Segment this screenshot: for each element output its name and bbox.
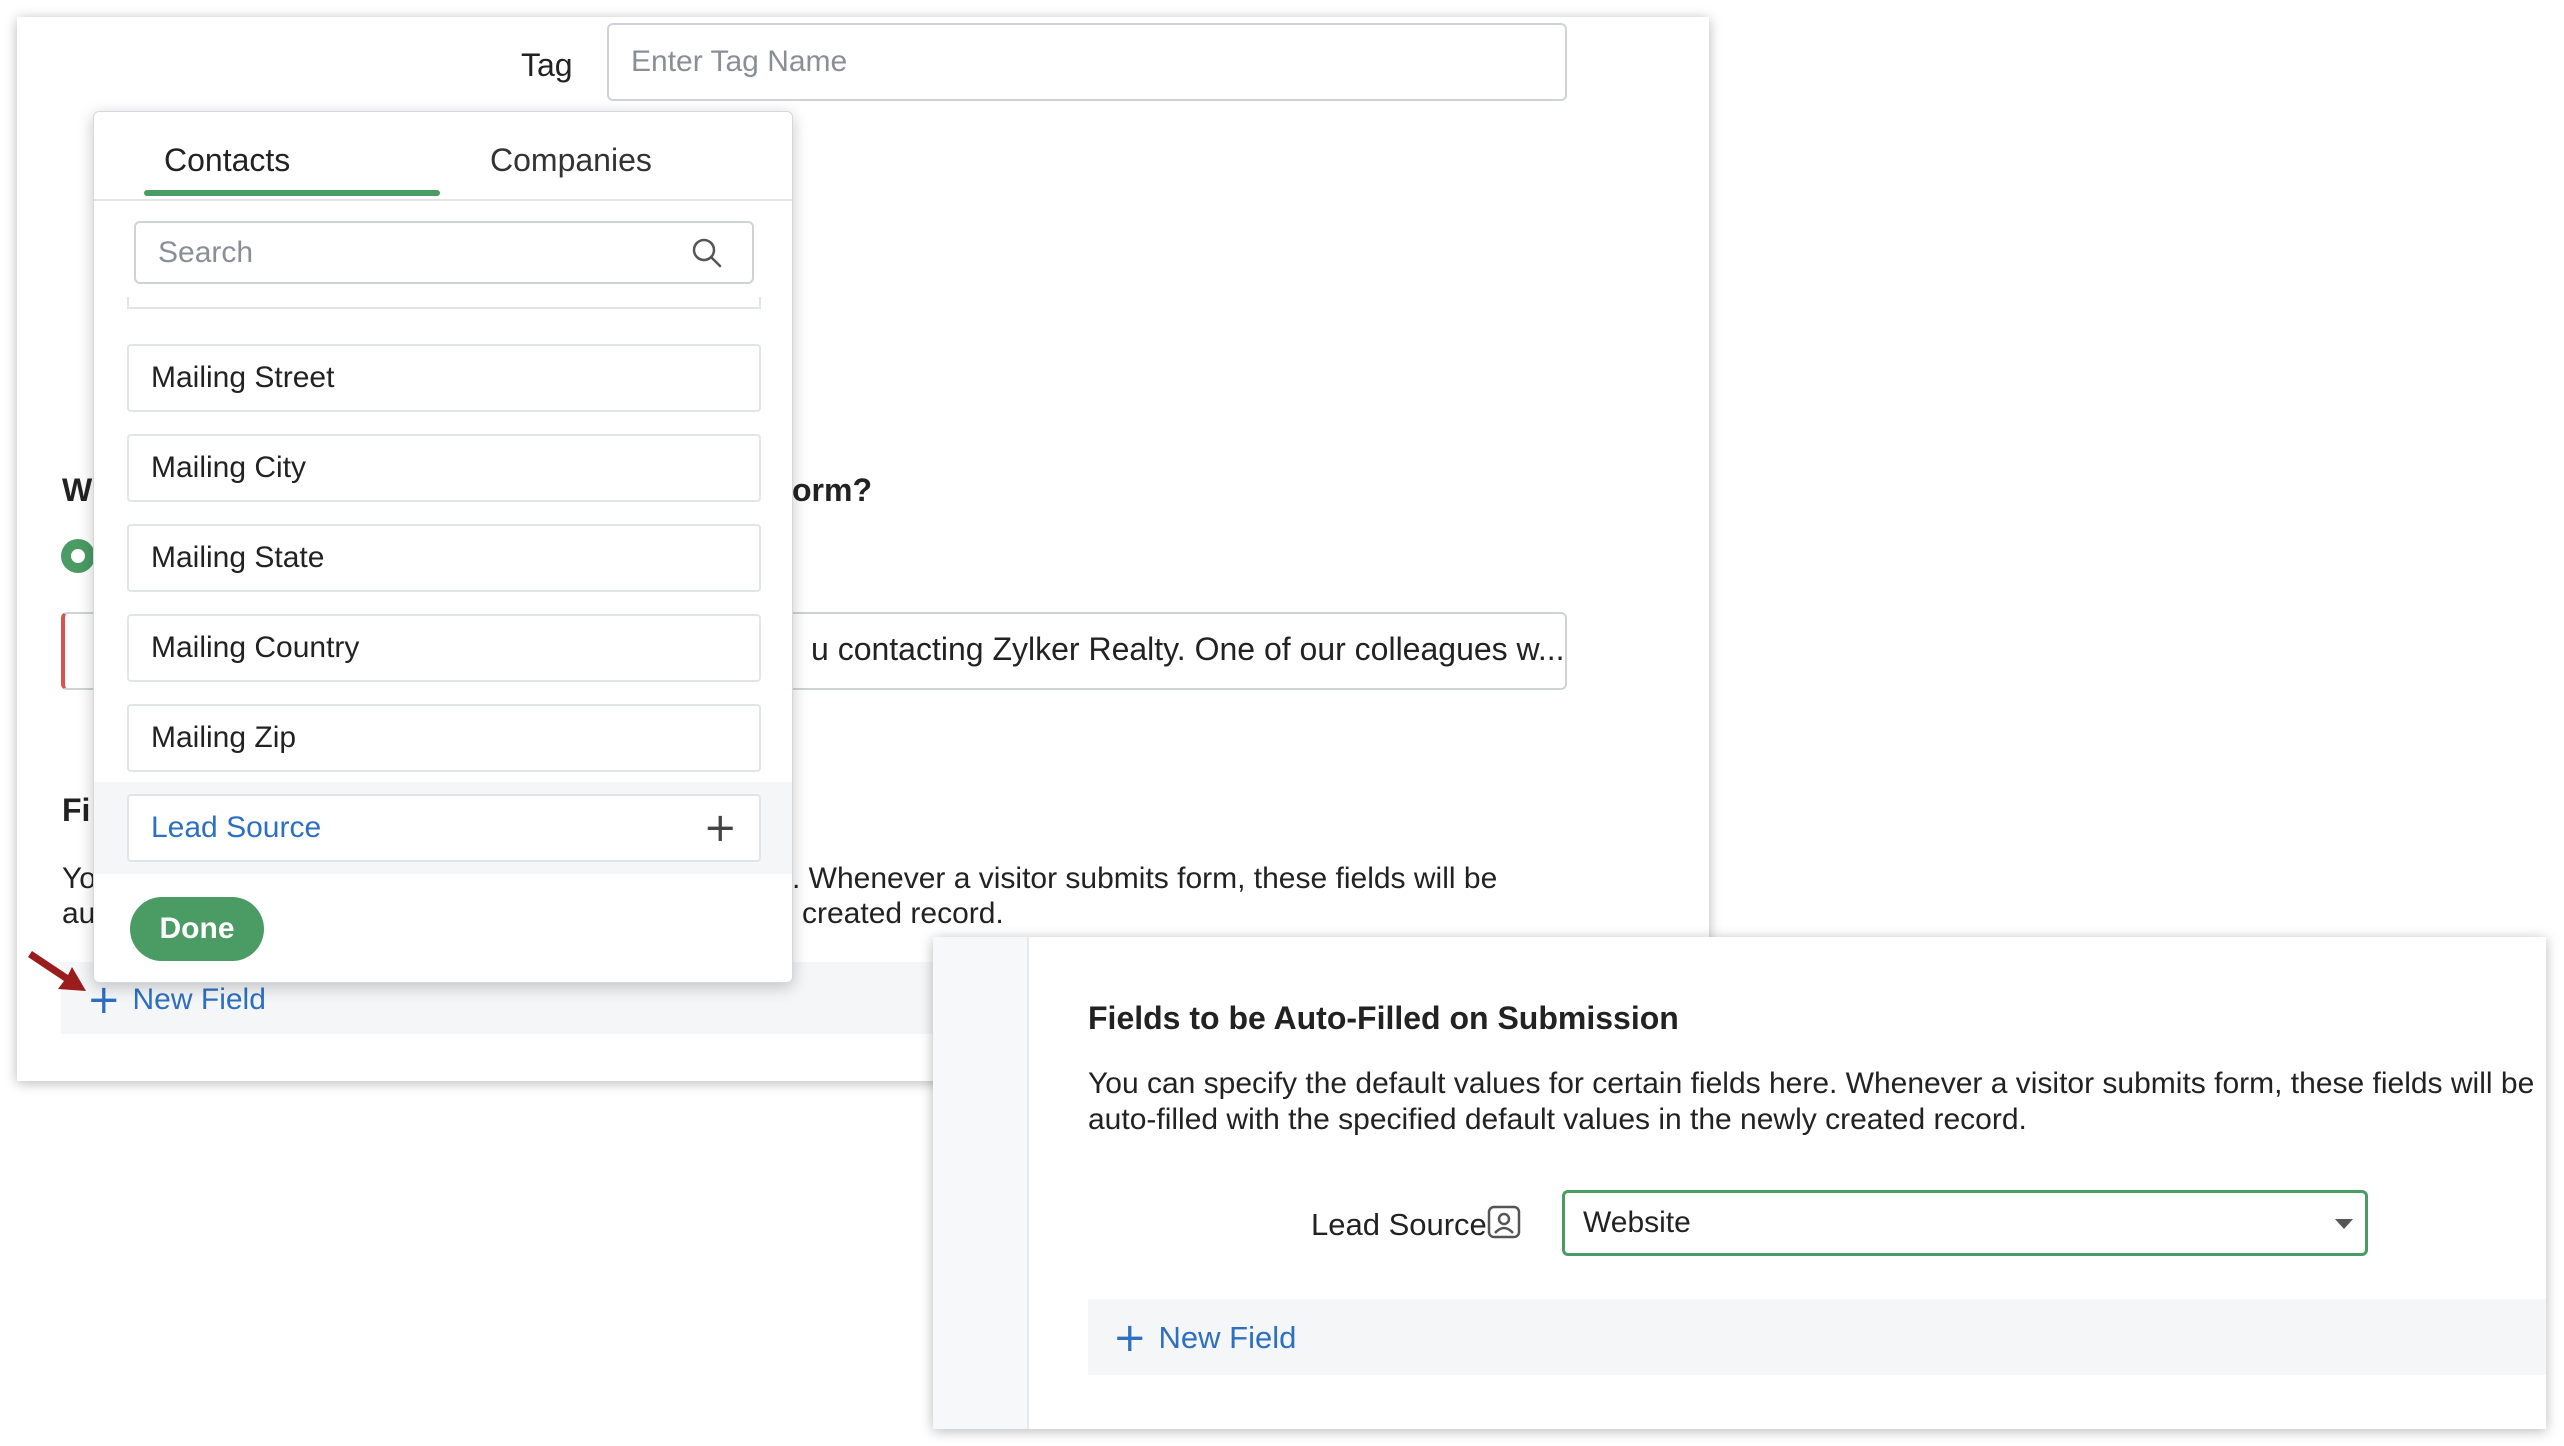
lead-source-label: Lead Source (1311, 1207, 1487, 1242)
tab-divider (94, 199, 792, 201)
done-button-label: Done (159, 912, 235, 945)
description-fragment-line1: Yo (62, 862, 96, 895)
tag-input-placeholder: Enter Tag Name (631, 45, 848, 78)
search-icon (692, 238, 722, 268)
lead-source-select[interactable]: Website (1562, 1190, 2368, 1256)
new-field-label: New Field (132, 983, 266, 1016)
search-placeholder: Search (158, 235, 254, 269)
description-line2: created record. (802, 897, 1004, 930)
add-icon[interactable]: + (703, 808, 737, 848)
section-description-line1: You can specify the default values for c… (1088, 1067, 2535, 1100)
list-item-clipped (127, 297, 761, 309)
new-field-link[interactable]: + New Field (87, 980, 266, 1020)
list-item-label: Mailing Zip (151, 721, 297, 754)
list-item-label: Lead Source (151, 811, 322, 844)
new-field-label: New Field (1158, 1320, 1297, 1355)
list-item-label: Mailing Country (151, 631, 360, 664)
section-heading: Fields to be Auto-Filled on Submission (1088, 1000, 1679, 1036)
new-field-link[interactable]: + New Field (1113, 1318, 1296, 1358)
new-field-bar (1088, 1299, 2546, 1375)
field-picker-popup: Contacts Companies Search Mailing Street… (93, 111, 793, 983)
list-item-label: Mailing Street (151, 361, 335, 394)
list-item-mailing-country[interactable]: Mailing Country (127, 614, 761, 682)
pointer-arrow-icon (28, 951, 86, 991)
description-line1: . Whenever a visitor submits form, these… (792, 862, 1498, 895)
tab-companies[interactable]: Companies (490, 142, 652, 179)
question-heading-fragment: W (62, 472, 93, 508)
list-item-label: Mailing State (151, 541, 325, 574)
fields-heading-fragment: Fi (62, 792, 91, 828)
tag-input[interactable]: Enter Tag Name (607, 23, 1567, 101)
left-gutter (933, 937, 1029, 1429)
tab-contacts[interactable]: Contacts (164, 142, 290, 179)
list-item-lead-source[interactable]: Lead Source + (127, 794, 761, 862)
plus-icon: + (1113, 1315, 1147, 1361)
list-item-mailing-city[interactable]: Mailing City (127, 434, 761, 502)
list-item-mailing-state[interactable]: Mailing State (127, 524, 761, 592)
question-heading-end: orm? (792, 472, 872, 508)
chevron-down-icon (2335, 1219, 2353, 1229)
tab-contacts-indicator (144, 190, 440, 196)
lead-source-selected-value: Website (1583, 1206, 1691, 1239)
plus-icon: + (87, 977, 121, 1023)
list-item-mailing-street[interactable]: Mailing Street (127, 344, 761, 412)
contact-card-icon (1487, 1205, 1521, 1239)
description-fragment-line2: au (62, 897, 96, 930)
auto-fill-fields-panel: Fields to be Auto-Filled on Submission Y… (933, 937, 2546, 1429)
radio-dot (71, 549, 85, 563)
section-description-line2: auto-filled with the specified default v… (1088, 1103, 2027, 1136)
thank-you-message-text: u contacting Zylker Realty. One of our c… (811, 631, 1565, 667)
search-input[interactable]: Search (134, 221, 754, 284)
done-button[interactable]: Done (130, 897, 264, 961)
list-item-mailing-zip[interactable]: Mailing Zip (127, 704, 761, 772)
radio-selected[interactable] (61, 539, 95, 573)
list-item-label: Mailing City (151, 451, 307, 484)
tag-label: Tag (521, 47, 573, 83)
